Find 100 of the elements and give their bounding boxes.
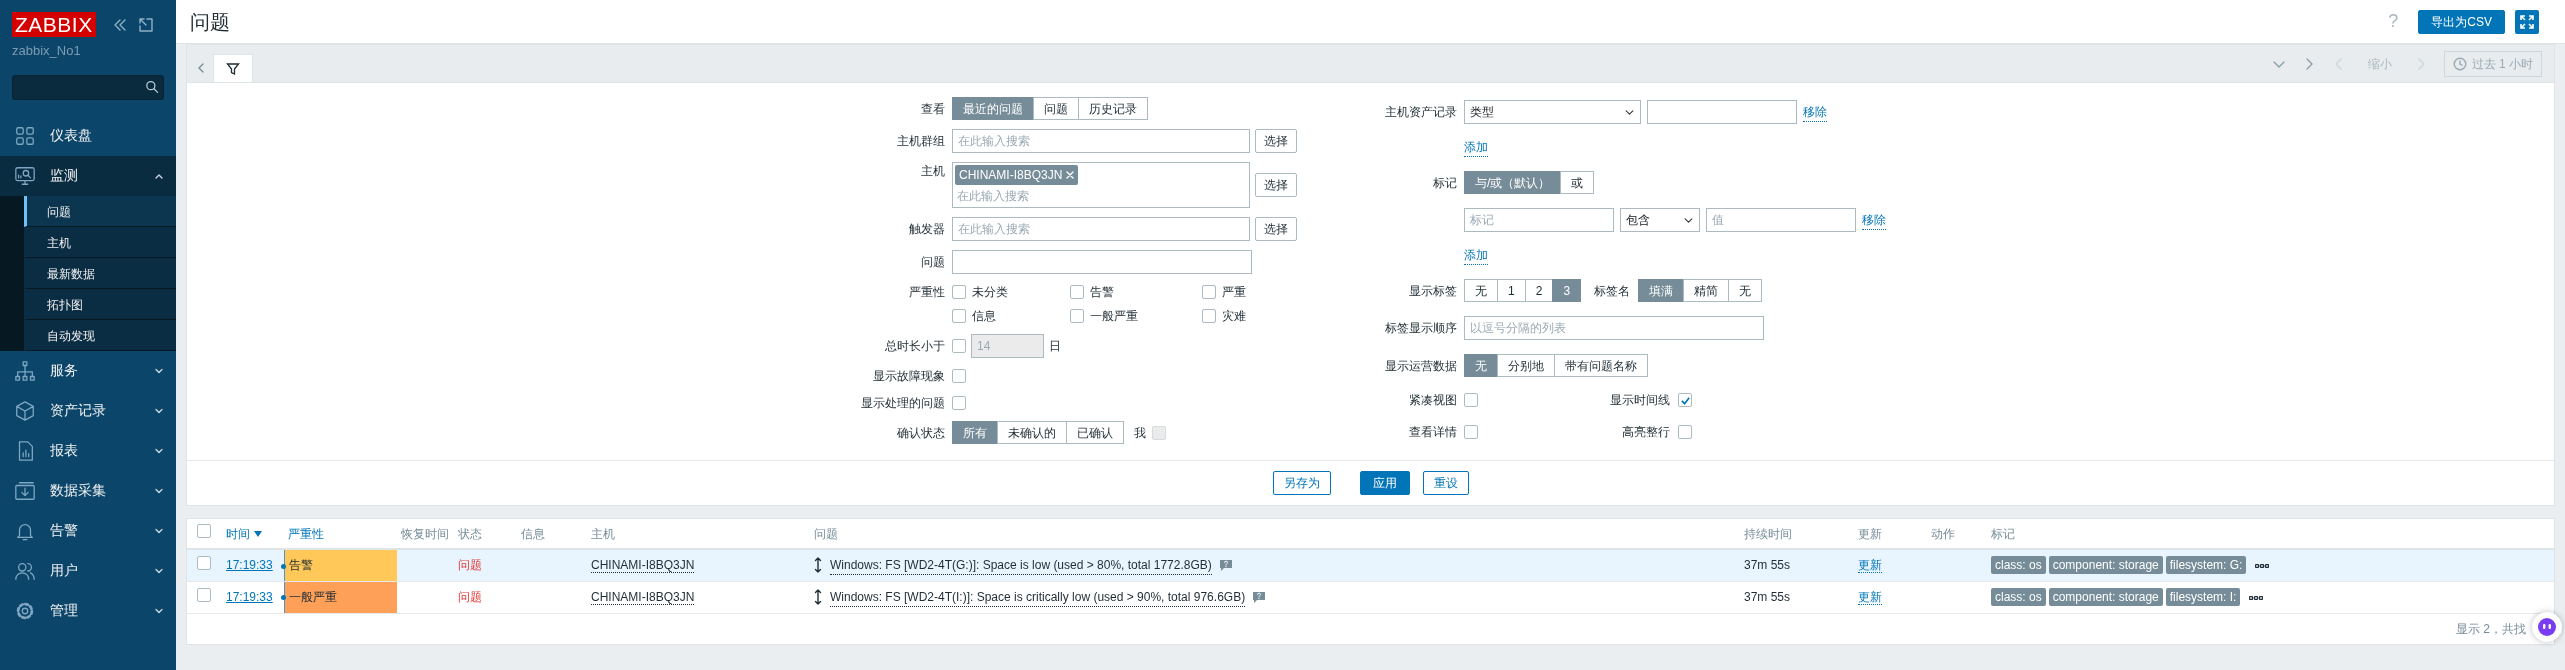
more-icon[interactable]	[2249, 595, 2264, 600]
grid-icon	[14, 124, 36, 147]
segment-button[interactable]: 或	[1560, 171, 1595, 194]
submenu-item[interactable]: 自动发现	[24, 319, 176, 351]
search-icon[interactable]	[144, 79, 159, 95]
checkbox[interactable]	[1464, 425, 1478, 439]
trigger-field[interactable]: 在此输入搜索	[952, 217, 1250, 241]
column-header[interactable]: 严重性	[288, 526, 324, 541]
tag-value-field[interactable]: 值	[1706, 208, 1856, 232]
remove-link[interactable]: 移除	[1803, 102, 1827, 122]
problem-field[interactable]	[952, 250, 1252, 274]
search-field[interactable]	[12, 74, 164, 100]
submenu-item[interactable]: 问题	[24, 195, 176, 227]
host-group-field[interactable]: 在此输入搜索	[952, 129, 1250, 153]
comment-icon[interactable]	[1219, 559, 1232, 571]
segment-button[interactable]: 无	[1464, 279, 1498, 302]
update-link[interactable]: 更新	[1858, 590, 1882, 605]
segment-button[interactable]: 1	[1497, 279, 1526, 302]
field-label: 标签显示顺序	[1384, 320, 1457, 337]
sidebar-item[interactable]: 数据采集	[0, 470, 176, 511]
segment-button[interactable]: 问题	[1033, 97, 1079, 120]
checkbox[interactable]	[1070, 309, 1084, 323]
segment-button[interactable]: 带有问题名称	[1554, 354, 1648, 377]
submenu-item[interactable]: 拓扑图	[24, 288, 176, 320]
checkbox[interactable]	[197, 524, 211, 538]
select-button[interactable]: 选择	[1255, 217, 1297, 241]
submenu-item[interactable]: 主机	[24, 226, 176, 258]
checkbox-label: 信息	[972, 308, 996, 325]
segment-button[interactable]: 未确认的	[997, 421, 1067, 444]
sidebar-item[interactable]: 仪表盘	[0, 115, 176, 156]
update-link[interactable]: 更新	[1858, 558, 1882, 574]
column-header: 问题	[814, 526, 838, 541]
remove-icon[interactable]	[1066, 171, 1075, 179]
checkbox[interactable]	[1678, 425, 1692, 439]
arrow-box-icon[interactable]	[137, 16, 154, 33]
submenu-item[interactable]: 最新数据	[24, 257, 176, 289]
column-header: 恢复时间	[401, 526, 449, 541]
checkbox[interactable]	[952, 369, 966, 383]
checkbox[interactable]	[952, 396, 966, 410]
checkbox[interactable]	[1678, 393, 1692, 407]
sidebar-item[interactable]: 用户	[0, 550, 176, 591]
column-header: 动作	[1931, 526, 1955, 541]
form-button[interactable]: 重设	[1422, 471, 1469, 495]
sitemap-icon	[14, 359, 36, 382]
up-down-arrow-icon[interactable]	[814, 557, 822, 574]
add-link[interactable]: 添加	[1464, 138, 1488, 157]
column-header[interactable]: 时间	[226, 526, 262, 541]
more-icon[interactable]	[2255, 564, 2270, 569]
sidebar-item[interactable]: 资产记录	[0, 390, 176, 431]
condition-select[interactable]: 包含	[1620, 208, 1700, 232]
export-button[interactable]: 导出为CSV	[2418, 9, 2505, 34]
checkbox[interactable]	[952, 309, 966, 323]
segment-button[interactable]: 无	[1728, 279, 1763, 302]
field-label: 主机群组	[896, 133, 945, 150]
tag-order-field[interactable]: 以逗号分隔的列表	[1464, 316, 1764, 340]
field-label: 显示处理的问题	[860, 395, 945, 412]
clock-icon[interactable]	[2452, 56, 2467, 71]
host-link[interactable]: CHINAMI-I8BQ3JN	[591, 590, 695, 605]
sidebar-item[interactable]: 服务	[0, 350, 176, 391]
inventory-value-field[interactable]	[1647, 100, 1797, 124]
sidebar-item[interactable]: 告警	[0, 510, 176, 551]
inventory-select[interactable]: 类型	[1464, 100, 1641, 124]
filter-icon[interactable]	[226, 61, 240, 76]
checkbox[interactable]	[952, 285, 966, 299]
checkbox[interactable]	[1464, 393, 1478, 407]
field-label: 显示时间线	[1609, 392, 1671, 409]
select-button[interactable]: 选择	[1255, 173, 1297, 197]
segment-button[interactable]: 历史记录	[1078, 97, 1148, 120]
problem-link[interactable]: Windows: FS [WD2-4T(I:)]: Space is critically low (used > 90%, total 976.6GB)	[830, 587, 1246, 607]
time-link[interactable]: 17:19:33	[226, 590, 273, 604]
filter-tab[interactable]	[213, 54, 253, 82]
checkbox[interactable]	[952, 339, 966, 353]
field-label: 标签名	[1594, 282, 1631, 300]
severity-cell: 告警	[284, 549, 397, 581]
apply-button[interactable]: 应用	[1359, 471, 1410, 495]
checkbox[interactable]	[1202, 285, 1216, 299]
sidebar-item[interactable]: 管理	[0, 590, 176, 631]
page-title: 问题	[190, 9, 231, 35]
checkbox[interactable]	[197, 587, 211, 602]
field-label: 显示故障现象	[872, 368, 945, 385]
checkbox[interactable]	[1070, 285, 1084, 299]
segment-button[interactable]: 精简	[1683, 279, 1730, 302]
add-link[interactable]: 添加	[1464, 246, 1488, 265]
remove-link[interactable]: 移除	[1862, 210, 1886, 230]
field-label: 问题	[920, 254, 945, 271]
sort-down-icon[interactable]	[254, 531, 262, 538]
sidebar-item[interactable]: 监测	[0, 155, 176, 196]
segment-button[interactable]: 分别地	[1497, 354, 1555, 377]
segment-button[interactable]: 已确认	[1066, 421, 1124, 444]
checkbox[interactable]	[1202, 309, 1216, 323]
field-label: 高亮整行	[1621, 424, 1671, 441]
field-label: 紧凑视图	[1408, 392, 1457, 409]
up-down-arrow-icon[interactable]	[814, 589, 822, 605]
comment-icon[interactable]	[1253, 591, 1266, 603]
tag-field[interactable]: 标记	[1464, 208, 1614, 232]
form-button[interactable]: 另存为	[1272, 471, 1331, 495]
select-button[interactable]: 选择	[1255, 129, 1297, 153]
sidebar-item[interactable]: 报表	[0, 430, 176, 471]
checkbox-label: 未分类	[972, 284, 1008, 301]
checkbox[interactable]	[197, 555, 211, 570]
